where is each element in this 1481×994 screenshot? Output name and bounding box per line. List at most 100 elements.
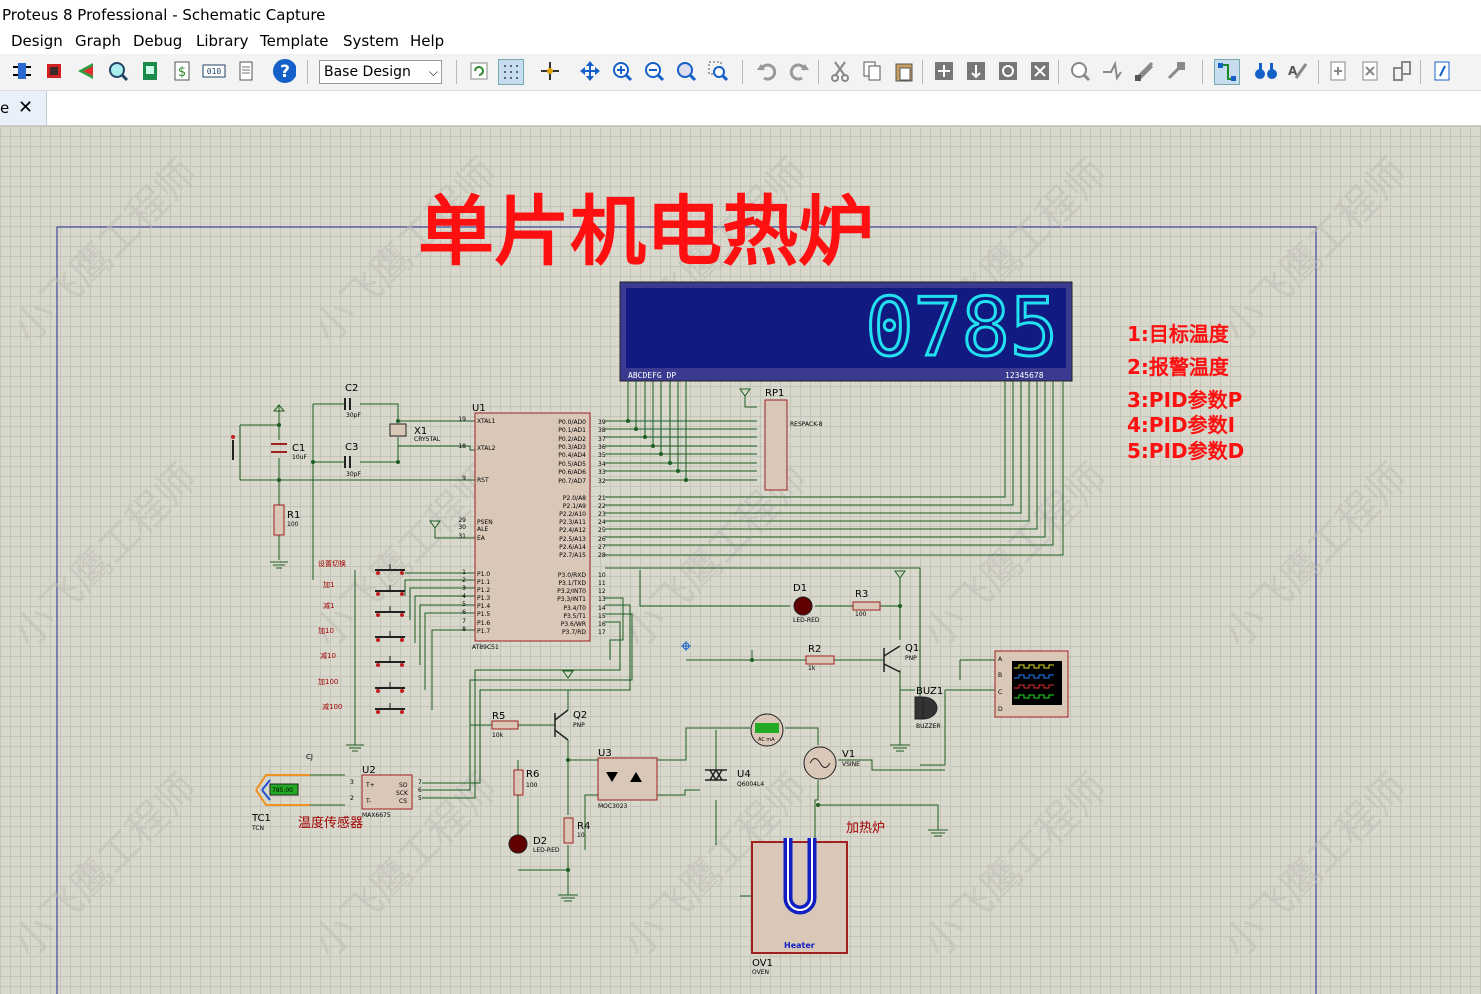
remove-sheet-icon[interactable] <box>1358 59 1382 83</box>
seven-segment-display[interactable]: 0785 ABCDEFG DP 12345678 <box>619 280 1073 382</box>
menu-system[interactable]: System <box>343 32 399 50</box>
triac-u4[interactable]: U4 Q6004L4 <box>705 768 764 788</box>
buzzer-buz1[interactable]: BUZ1 BUZZER <box>914 686 943 730</box>
u1-pin-label: P0.0/AD0 <box>558 419 586 426</box>
exit-to-parent-icon[interactable] <box>1390 59 1414 83</box>
capacitor-c1[interactable]: C1 10uF <box>271 443 307 461</box>
block-copy-icon[interactable] <box>932 59 956 83</box>
notes-icon[interactable] <box>234 59 258 83</box>
c1-value: 10uF <box>292 454 307 461</box>
source-code-icon[interactable]: 010 <box>202 59 226 83</box>
help-icon[interactable]: ? <box>272 59 296 83</box>
paste-icon[interactable] <box>892 59 916 83</box>
new-sheet-icon[interactable] <box>1326 59 1350 83</box>
pcb-layout-icon[interactable] <box>42 59 66 83</box>
zoom-area-icon[interactable] <box>706 59 730 83</box>
u1-pin-number: 24 <box>598 519 606 526</box>
gerber-viewer-icon[interactable] <box>106 59 130 83</box>
heater-label: Heater <box>784 941 815 950</box>
design-rule-check-icon[interactable] <box>1430 59 1454 83</box>
u1-pin-number: 7 <box>462 618 466 625</box>
resistor-r6[interactable]: R6 100 <box>513 769 539 796</box>
tab-schematic[interactable]: e ✕ <box>0 91 47 125</box>
tab-label: e <box>0 99 10 117</box>
copy-icon[interactable] <box>860 59 884 83</box>
menu-graph[interactable]: Graph <box>75 32 121 50</box>
menu-design[interactable]: Design <box>11 32 63 50</box>
ammeter[interactable]: AC mA <box>750 713 784 747</box>
search-tag-icon[interactable] <box>1254 59 1278 83</box>
u1-pin-label: PSEN <box>477 519 493 526</box>
cut-icon[interactable] <box>828 59 852 83</box>
u1-pin-label: P1.4 <box>477 603 490 610</box>
u1-pin-number: 15 <box>598 613 606 620</box>
u1-pin-label: P3.2/INT0 <box>557 588 586 595</box>
schematic-capture-icon[interactable] <box>10 59 34 83</box>
u1-pin-number: 34 <box>598 461 606 468</box>
wire-autorouter-icon[interactable] <box>1214 59 1240 85</box>
layer-select[interactable]: Base Design ⌵ <box>319 60 442 84</box>
schematic-canvas[interactable]: 小飞鹰工程师 小飞鹰工程师 小飞鹰工程师 小飞鹰工程师 小飞鹰工程师 小飞鹰工程… <box>0 126 1481 994</box>
ac-source-v1[interactable]: V1 VSINE <box>803 746 860 780</box>
reset-button[interactable] <box>231 435 235 460</box>
capacitor-c2[interactable]: C2 30pF <box>344 383 361 419</box>
3d-viewer-icon[interactable] <box>74 59 98 83</box>
transistor-q1[interactable]: Q1 PNP <box>883 643 919 673</box>
push-button[interactable] <box>375 682 405 693</box>
led-d1[interactable]: D1 LED-RED <box>793 583 820 624</box>
resistor-r5[interactable]: R5 10k <box>491 711 519 739</box>
microcontroller-u1[interactable]: U1 AT89C51 XTAL119XTAL218RST9PSEN29ALE30… <box>458 403 605 651</box>
block-move-icon[interactable] <box>964 59 988 83</box>
menu-library[interactable]: Library <box>196 32 248 50</box>
oven-ov1[interactable]: Heater OV1 OVEN <box>740 838 848 976</box>
u1-pin-number: 10 <box>598 572 606 579</box>
close-icon[interactable]: ✕ <box>18 91 33 125</box>
optocoupler-u3[interactable]: U3 MOC3023 <box>597 748 658 810</box>
u1-pin-number: 9 <box>462 475 466 482</box>
transistor-q2[interactable]: Q2 PNP <box>554 709 587 741</box>
u2-num-5: 5 <box>418 795 422 802</box>
u1-pin-number: 17 <box>598 629 606 636</box>
resistor-r4[interactable]: R4 10 <box>563 817 590 844</box>
thermocouple-amp-u2[interactable]: U2 MAX6675 T+ T- SO SCK CS 3 2 7 6 5 <box>350 765 422 819</box>
menu-help[interactable]: Help <box>410 32 444 50</box>
pick-device-icon[interactable] <box>1068 59 1092 83</box>
resistor-r3[interactable]: R3 100 <box>852 589 881 618</box>
zoom-all-icon[interactable] <box>674 59 698 83</box>
property-assignment-icon[interactable]: A <box>1286 59 1310 83</box>
push-button[interactable] <box>375 631 405 642</box>
u1-pin-label: P2.4/A12 <box>559 527 586 534</box>
bill-of-materials-icon[interactable]: $ <box>170 59 194 83</box>
zoom-out-icon[interactable] <box>642 59 666 83</box>
u1-pin-label: P2.7/A15 <box>559 552 586 559</box>
u2-num-7: 7 <box>418 779 422 786</box>
push-button[interactable] <box>375 656 405 667</box>
pan-icon[interactable] <box>578 59 602 83</box>
c2-value: 30pF <box>346 412 361 419</box>
undo-icon[interactable] <box>755 59 779 83</box>
block-rotate-icon[interactable] <box>996 59 1020 83</box>
resistor-r2[interactable]: R2 1k <box>805 644 835 672</box>
watermark: 小飞鹰工程师 <box>915 765 1117 967</box>
r2-value: 1k <box>808 665 816 672</box>
grid-toggle-icon[interactable] <box>498 59 524 85</box>
menu-template[interactable]: Template <box>260 32 328 50</box>
redo-icon[interactable] <box>787 59 811 83</box>
packaging-tool-icon[interactable] <box>1132 59 1156 83</box>
design-explorer-icon[interactable] <box>138 59 162 83</box>
decompose-icon[interactable] <box>1164 59 1188 83</box>
u1-pin-label: RST <box>477 477 489 484</box>
origin-icon[interactable] <box>538 59 562 83</box>
oscilloscope[interactable]: A B C D <box>994 650 1069 718</box>
temp-sensor-label: 温度传感器 <box>298 815 363 831</box>
refresh-icon[interactable] <box>467 59 491 83</box>
zoom-in-icon[interactable] <box>610 59 634 83</box>
block-delete-icon[interactable] <box>1028 59 1052 83</box>
push-button[interactable] <box>375 703 405 714</box>
make-device-icon[interactable] <box>1100 59 1124 83</box>
d2-ref: D2 <box>533 836 547 847</box>
menu-debug[interactable]: Debug <box>133 32 182 50</box>
capacitor-c3[interactable]: C3 30pF <box>344 442 361 478</box>
resistor-r1[interactable]: R1 100 <box>273 504 300 536</box>
led-d2[interactable]: D2 LED-RED <box>508 834 560 854</box>
